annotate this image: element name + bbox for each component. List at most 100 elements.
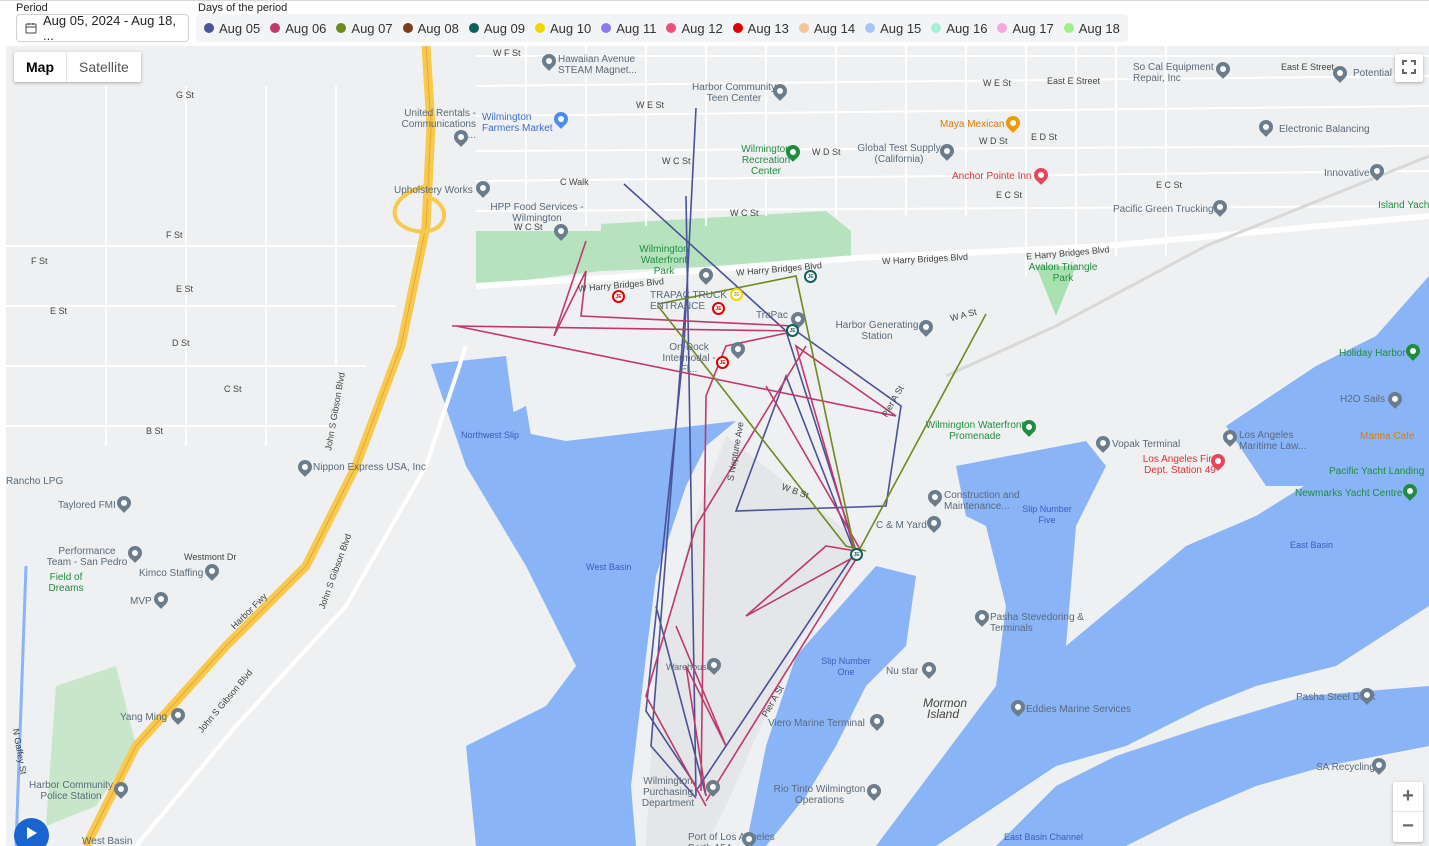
map-label: Eddies Marine Services xyxy=(1026,704,1132,715)
routes-layer xyxy=(451,107,987,807)
map-label: W C St xyxy=(730,208,759,218)
legend-item[interactable]: Aug 06 xyxy=(270,21,326,36)
map-label: Nippon Express USA, Inc xyxy=(313,462,426,473)
map-label: Wilmington Waterfront Park xyxy=(639,244,689,277)
legend-item[interactable]: Aug 13 xyxy=(732,21,789,36)
legend-item[interactable]: Aug 07 xyxy=(336,20,393,36)
map-label: East E Street xyxy=(1047,76,1101,86)
legend-item[interactable]: Aug 14 xyxy=(798,20,856,36)
map-label: Pacific Yacht Landing xyxy=(1329,466,1425,477)
legend-item[interactable]: Aug 18 xyxy=(1063,20,1120,36)
map-label: West Basin xyxy=(586,562,632,572)
map-label: Westmont Dr xyxy=(184,552,237,562)
map-label: F St xyxy=(166,230,183,240)
map-label: E St xyxy=(50,306,68,316)
map-label: W E St xyxy=(983,78,1012,88)
legend-label: Aug 16 xyxy=(946,20,988,36)
period-date-range-input[interactable]: Aug 05, 2024 - Aug 18, ... xyxy=(16,13,189,43)
legend-label: Aug 09 xyxy=(483,20,526,36)
map-label: Yang Ming xyxy=(120,712,168,723)
map-label: Vopak Terminal xyxy=(1112,439,1181,450)
map-label: W D St xyxy=(812,147,841,157)
map-type-control: Map Satellite xyxy=(14,52,141,82)
top-toolbar: Period Aug 05, 2024 - Aug 18, ... Days o… xyxy=(0,0,1429,46)
map-label: TraPac xyxy=(756,310,788,321)
map-label: Performance Team - San Pedro xyxy=(46,546,128,568)
map-label: Field of Dreams xyxy=(48,572,84,594)
map-label: On-Dock Intermodal - Fl... xyxy=(662,342,716,375)
legend-dot-icon xyxy=(336,23,347,33)
legend-item[interactable]: Aug 17 xyxy=(997,21,1054,36)
map-label: Taylored FMI xyxy=(58,500,116,511)
map-label: D St xyxy=(172,338,190,348)
zoom-out-button[interactable]: − xyxy=(1393,812,1423,842)
legend-item[interactable]: Aug 05 xyxy=(204,21,260,36)
legend-item[interactable]: Aug 11 xyxy=(601,21,656,36)
legend-label: Aug 08 xyxy=(417,20,459,36)
map-label: East Basin Channel xyxy=(1004,832,1084,842)
map-canvas[interactable]: W F St Hawaiian Avenue STEAM Magnet... H… xyxy=(6,46,1429,846)
legend-dot-icon xyxy=(931,23,942,33)
map-label: Holiday Harbor xyxy=(1339,348,1406,359)
legend-item[interactable]: Aug 10 xyxy=(535,21,591,36)
zoom-in-button[interactable]: + xyxy=(1393,782,1423,812)
map-type-map-button[interactable]: Map xyxy=(14,52,67,82)
legend-dot-icon xyxy=(270,23,281,33)
route-line[interactable] xyxy=(657,275,987,559)
map-label: W F St xyxy=(493,48,521,58)
legend-label: Aug 12 xyxy=(681,20,723,36)
map-label: East Basin xyxy=(1290,540,1334,550)
je-marker[interactable]: JE xyxy=(850,548,863,561)
legend-item[interactable]: Aug 16 xyxy=(931,21,987,36)
je-marker[interactable]: JE xyxy=(804,270,817,283)
fullscreen-button[interactable] xyxy=(1395,54,1423,82)
legend-item[interactable]: Aug 09 xyxy=(468,20,526,36)
period-value: Aug 05, 2024 - Aug 18, ... xyxy=(43,13,176,43)
map-label: Construction and Maintenance... xyxy=(944,490,1020,512)
map-label: Rio Tinto Wilmington Operations xyxy=(773,784,866,806)
map-label: W D St xyxy=(979,136,1008,146)
map-type-satellite-button[interactable]: Satellite xyxy=(67,52,141,82)
map-label: H2O Sails xyxy=(1340,394,1386,405)
legend-item[interactable]: Aug 08 xyxy=(402,20,459,36)
je-marker[interactable]: JE xyxy=(786,324,799,337)
map-label: Warehouse xyxy=(666,662,712,672)
legend-label: Aug 18 xyxy=(1078,20,1120,36)
je-marker[interactable]: JE xyxy=(612,290,625,303)
route-line[interactable] xyxy=(685,195,697,797)
je-marker[interactable]: JE xyxy=(712,302,725,315)
je-marker[interactable]: JE xyxy=(716,356,729,369)
map-label: F St xyxy=(31,256,48,266)
map-label: Wilmington Farmers Market xyxy=(482,112,553,134)
legend-dot-icon xyxy=(1063,23,1074,33)
map-label: Northwest Slip xyxy=(461,430,520,440)
map-label: SA Recycling xyxy=(1316,762,1375,773)
legend-label: Aug 05 xyxy=(219,20,261,36)
legend-dot-icon xyxy=(601,23,612,33)
map-label: C & M Yard xyxy=(876,520,927,531)
map-label: B St xyxy=(146,426,164,436)
legend-label: Aug 15 xyxy=(880,20,922,36)
map-label: East E Street xyxy=(1281,62,1335,72)
legend-label: Aug 07 xyxy=(351,20,393,36)
map-label: Anchor Pointe Inn xyxy=(952,171,1032,182)
route-line[interactable] xyxy=(451,325,797,792)
legend-label: Aug 14 xyxy=(813,20,856,36)
je-marker[interactable]: JE xyxy=(730,288,743,301)
map-label: W C St xyxy=(662,156,691,166)
map-label: G St xyxy=(176,90,195,100)
map-label: Pacific Green Trucking xyxy=(1113,204,1214,215)
map-label: Maya Mexican xyxy=(940,119,1005,130)
legend-dot-icon xyxy=(732,23,743,33)
legend-item[interactable]: Aug 12 xyxy=(666,20,723,36)
map-label: Wilmington Waterfront Promenade xyxy=(925,420,1025,442)
calendar-icon xyxy=(25,22,37,34)
map-label: C St xyxy=(224,384,242,394)
map-label: Electronic Balancing xyxy=(1279,124,1370,135)
legend-item[interactable]: Aug 15 xyxy=(865,21,921,36)
legend-dot-icon xyxy=(798,23,809,33)
map-label: Kimco Staffing xyxy=(139,568,204,579)
route-line[interactable] xyxy=(705,385,862,802)
legend-dot-icon xyxy=(402,23,413,33)
play-button[interactable] xyxy=(14,818,49,846)
